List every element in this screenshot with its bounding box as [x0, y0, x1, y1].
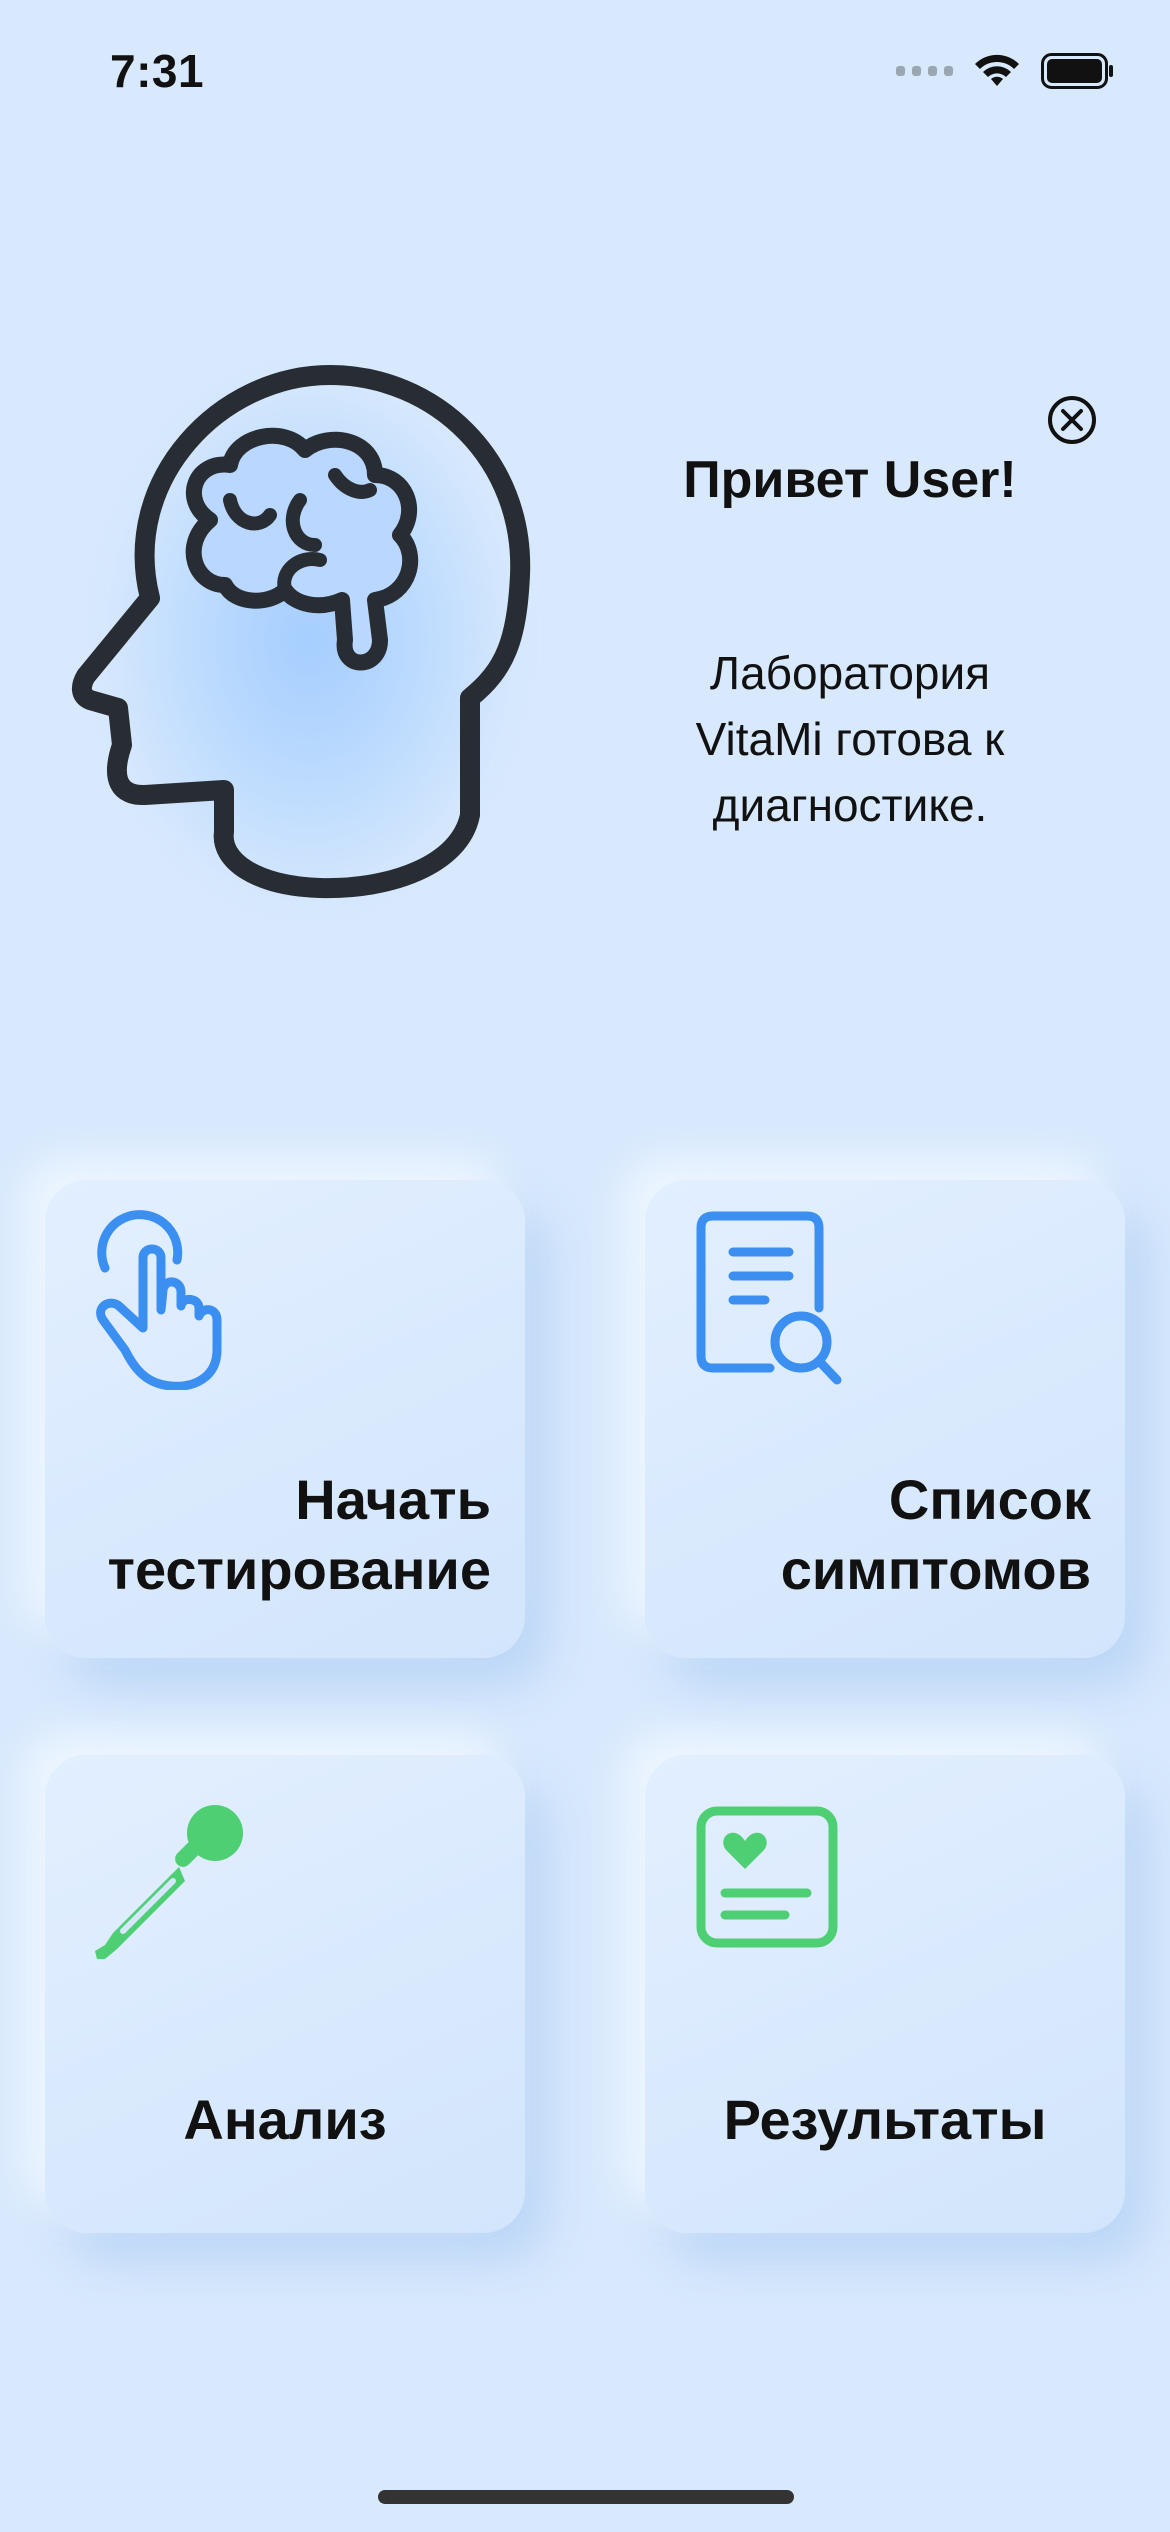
analysis-label: Анализ: [183, 2088, 387, 2151]
greeting-subtitle: Лаборатория VitaMi готова к диагностике.: [600, 640, 1100, 838]
symptom-list-label: Список симптомов: [780, 1468, 1091, 1601]
subtitle-line: Лаборатория: [709, 647, 991, 699]
results-card[interactable]: Результаты: [645, 1755, 1125, 2233]
wifi-icon: [975, 54, 1019, 86]
home-indicator[interactable]: [378, 2490, 794, 2504]
battery-icon: [1041, 53, 1113, 89]
close-icon[interactable]: [1045, 393, 1099, 447]
brain-head-icon: [71, 365, 531, 899]
start-testing-card[interactable]: Начать тестирование: [45, 1180, 525, 1658]
greeting-title: Привет User!: [683, 451, 1017, 509]
subtitle-line: VitaMi готова к: [695, 713, 1005, 765]
pipette-icon: [95, 1805, 243, 1959]
status-icons: [896, 52, 1115, 90]
brain-head-illustration: [70, 350, 550, 930]
status-time: 7:31: [110, 45, 205, 97]
medical-report-icon: [696, 1806, 838, 1948]
results-label: Результаты: [723, 2088, 1047, 2151]
subtitle-line: диагностике.: [712, 779, 988, 831]
analysis-card[interactable]: Анализ: [45, 1755, 525, 2233]
cellular-signal-icon: [896, 66, 953, 76]
symptom-list-card[interactable]: Список симптомов: [645, 1180, 1125, 1658]
start-testing-label: Начать тестирование: [107, 1468, 491, 1601]
document-search-icon: [696, 1211, 842, 1385]
home-screen: 7:31 Привет User! Лаборатория VitaMi гот…: [0, 0, 1170, 2532]
tap-hand-icon: [96, 1210, 222, 1390]
